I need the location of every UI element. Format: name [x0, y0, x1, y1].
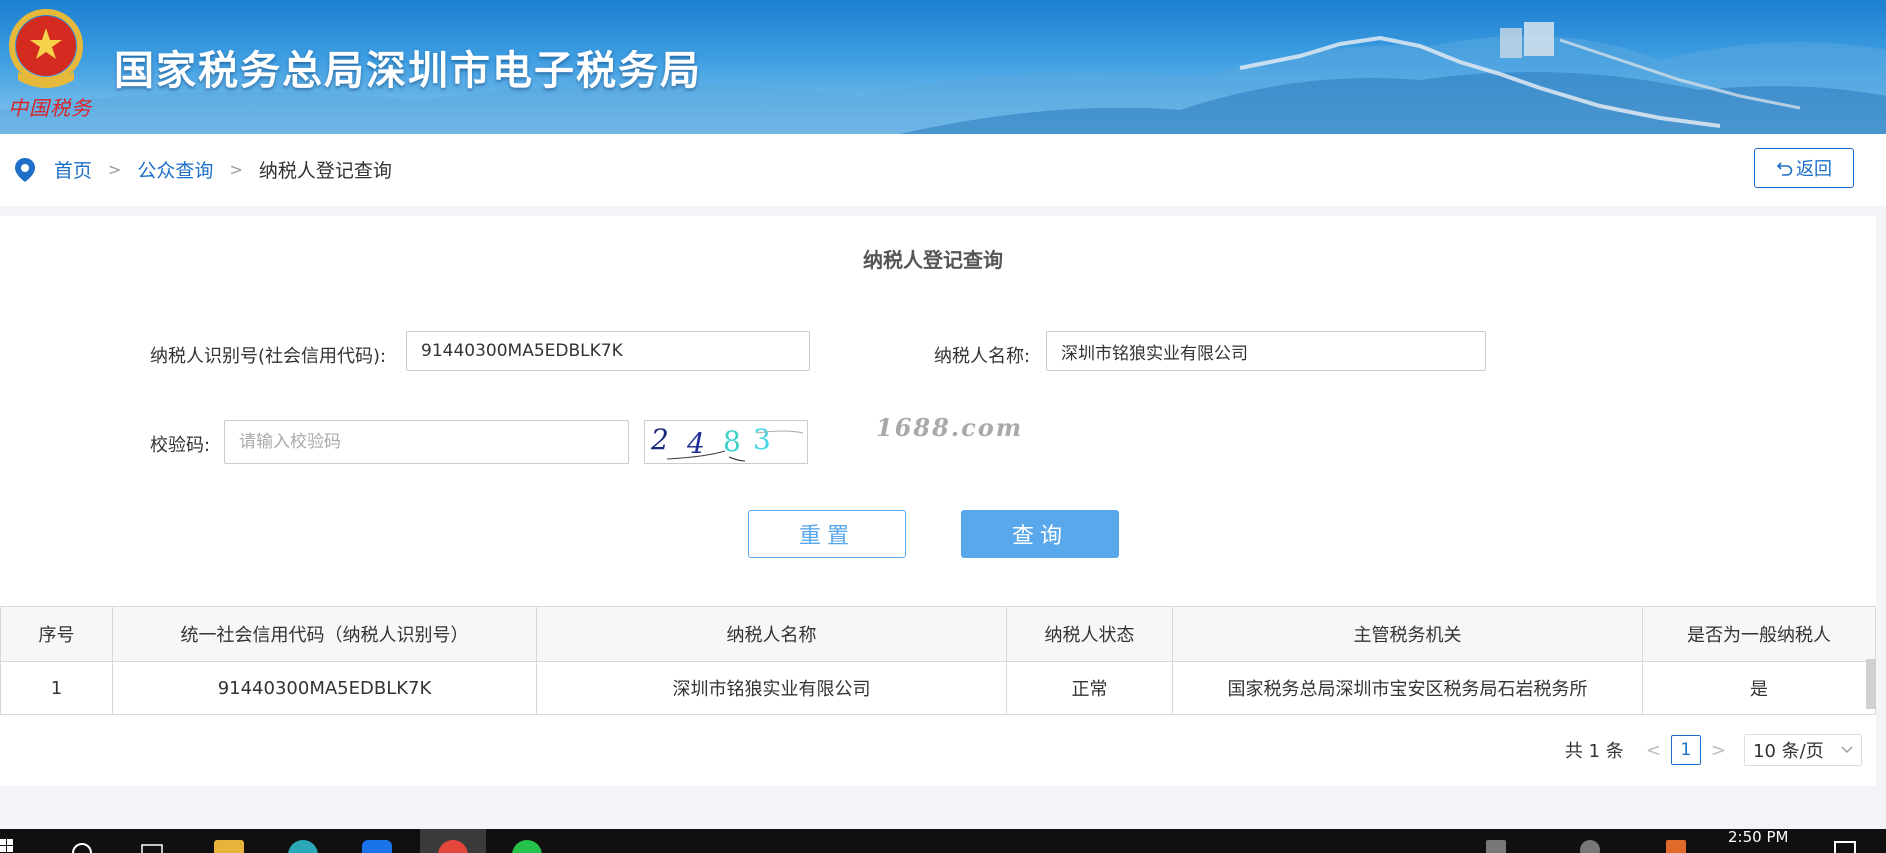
cell-status: 正常 — [1006, 661, 1173, 715]
taskbar-clock[interactable]: 2:50 PM — [1728, 829, 1788, 846]
national-emblem-icon — [9, 9, 83, 88]
breadcrumb-current: 纳税人登记查询 — [258, 160, 392, 182]
cell-tax-authority: 国家税务总局深圳市宝安区税务局石岩税务所 — [1172, 661, 1643, 715]
mail-app-icon[interactable] — [362, 840, 392, 853]
windows-taskbar: 2:50 PM — [0, 829, 1886, 853]
cell-taxpayer-name: 深圳市铭狼实业有限公司 — [536, 661, 1007, 715]
reset-button[interactable]: 重置 — [748, 510, 906, 558]
captcha-input[interactable] — [224, 420, 629, 464]
breadcrumb-home-link[interactable]: 首页 — [54, 156, 92, 183]
breadcrumb: 首页 > 公众查询 > 纳税人登记查询 — [14, 156, 392, 183]
captcha-digit: 4 — [686, 427, 705, 460]
pagination: 共 1 条 < 1 > 10 条/页 — [1565, 734, 1862, 766]
page-size-value: 10 条/页 — [1753, 741, 1824, 762]
taxpayer-name-label: 纳税人名称: — [934, 346, 1031, 367]
table-scrollbar[interactable] — [1866, 659, 1876, 709]
back-button[interactable]: 返回 — [1754, 148, 1854, 188]
column-header-taxpayer-name: 纳税人名称 — [536, 606, 1007, 662]
cell-credit-code: 91440300MA5EDBLK7K — [112, 661, 537, 715]
column-header-index: 序号 — [0, 606, 113, 662]
edge-browser-icon[interactable] — [288, 840, 318, 853]
breadcrumb-separator: > — [108, 160, 122, 179]
taxpayer-id-input[interactable] — [406, 331, 810, 371]
china-tax-brand-text: 中国税务 — [8, 96, 92, 120]
taxpayer-name-input[interactable] — [1046, 331, 1486, 371]
site-title: 国家税务总局深圳市电子税务局 — [114, 48, 702, 94]
column-header-tax-authority: 主管税务机关 — [1172, 606, 1643, 662]
cell-index: 1 — [0, 661, 113, 715]
location-pin-icon — [15, 157, 35, 182]
task-view-icon[interactable] — [140, 841, 166, 853]
chevron-down-icon — [1841, 746, 1853, 753]
tray-network-icon[interactable] — [1486, 840, 1506, 853]
table-row: 1 91440300MA5EDBLK7K 深圳市铭狼实业有限公司 正常 国家税务… — [0, 661, 1876, 715]
pagination-total: 共 1 条 — [1564, 741, 1624, 762]
taxpayer-id-label: 纳税人识别号(社会信用代码): — [150, 346, 387, 367]
prev-page-icon[interactable]: < — [1646, 740, 1661, 761]
tray-volume-icon[interactable] — [1580, 840, 1600, 853]
breadcrumb-separator: > — [229, 160, 243, 179]
column-header-status: 纳税人状态 — [1006, 606, 1173, 662]
column-header-credit-code: 统一社会信用代码（纳税人识别号） — [112, 606, 537, 662]
back-button-label: 返回 — [1796, 159, 1832, 180]
page-number-current[interactable]: 1 — [1670, 735, 1701, 765]
notification-icon[interactable] — [1834, 841, 1856, 853]
results-table: 序号 统一社会信用代码（纳税人识别号） 纳税人名称 纳税人状态 主管税务机关 是… — [0, 606, 1876, 715]
tray-app-icon[interactable] — [1666, 840, 1686, 853]
captcha-digit: 8 — [723, 425, 741, 458]
captcha-digit: 2 — [650, 423, 669, 456]
watermark-text: 1688.com — [876, 413, 1024, 442]
table-header-row: 序号 统一社会信用代码（纳税人识别号） 纳税人名称 纳税人状态 主管税务机关 是… — [0, 606, 1876, 662]
captcha-graphic: 2 4 8 3 — [650, 423, 804, 462]
undo-arrow-icon — [1776, 162, 1793, 176]
search-icon[interactable] — [70, 841, 96, 853]
cell-general-taxpayer: 是 — [1642, 661, 1876, 715]
file-explorer-icon[interactable] — [214, 840, 244, 853]
captcha-digit: 3 — [753, 423, 771, 456]
captcha-label: 校验码: — [150, 435, 211, 456]
header-banner: 中国税务 国家税务总局深圳市电子税务局 — [0, 0, 1886, 134]
wechat-icon[interactable] — [512, 840, 542, 853]
query-button[interactable]: 查询 — [961, 510, 1119, 558]
page-size-select[interactable]: 10 条/页 — [1744, 734, 1862, 766]
captcha-image[interactable]: 2 4 8 3 — [644, 420, 808, 464]
page-title: 纳税人登记查询 — [863, 248, 1003, 272]
breadcrumb-public-query-link[interactable]: 公众查询 — [137, 156, 213, 183]
query-panel: 纳税人登记查询 纳税人识别号(社会信用代码): 纳税人名称: 校验码: 2 4 … — [0, 216, 1876, 786]
column-header-general-taxpayer: 是否为一般纳税人 — [1642, 606, 1876, 662]
breadcrumb-bar: 首页 > 公众查询 > 纳税人登记查询 返回 — [0, 134, 1886, 206]
windows-start-icon[interactable] — [0, 839, 14, 853]
next-page-icon[interactable]: > — [1711, 740, 1726, 761]
